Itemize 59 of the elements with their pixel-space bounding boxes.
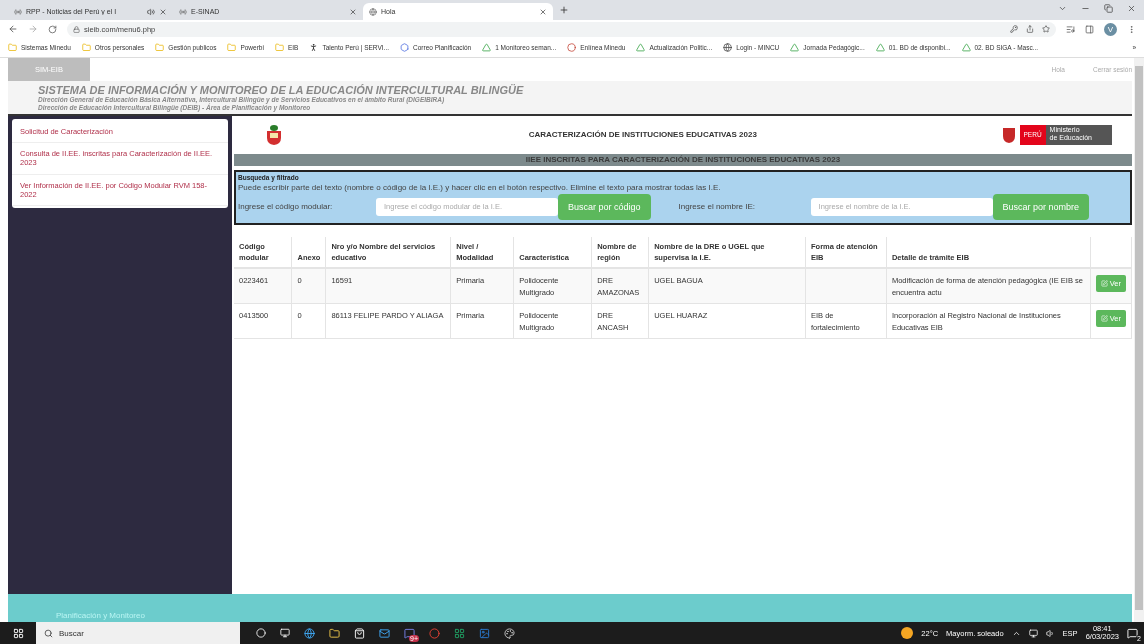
tab-favicon-icon <box>179 7 187 16</box>
page-heading: CARACTERIZACIÓN DE INSTITUCIONES EDUCATIVAS 2023 <box>527 130 758 140</box>
search-icon <box>44 628 53 638</box>
menu-icon <box>1127 24 1136 34</box>
triangle-icon <box>482 43 492 52</box>
runner-icon <box>309 43 319 52</box>
instructions-text: Puede escribir parte del texto (nombre o código de la I.E.) y hacer clic en el botón respectivo. Elimine el texto para mostrar todas las I.E. <box>238 182 722 192</box>
reload-icon <box>48 24 57 34</box>
speaker-icon <box>147 7 155 16</box>
notification-icon <box>1127 627 1138 639</box>
field-label: Ingrese el código modular: <box>238 202 334 212</box>
side-panel-icon <box>1085 24 1094 34</box>
back-icon <box>8 24 18 34</box>
media-icon <box>1066 24 1075 34</box>
triangle-icon <box>790 43 800 52</box>
weather-icon <box>901 627 914 639</box>
globe-icon <box>723 43 733 52</box>
close-icon <box>539 7 547 16</box>
folder-icon <box>274 43 284 52</box>
footer-text: Planificación y Monitoreo <box>56 611 145 620</box>
edit-icon <box>1100 315 1108 323</box>
forward-icon <box>28 24 38 34</box>
share-icon <box>1026 25 1034 33</box>
lock-icon <box>73 25 80 33</box>
browser-icon <box>304 627 315 639</box>
mail-icon <box>379 627 390 639</box>
coat-of-arms-icon <box>1001 125 1016 144</box>
new-tab-icon <box>559 5 569 15</box>
folder-icon <box>155 43 165 52</box>
tab-favicon-icon <box>14 7 22 16</box>
section-band: IIEE INSCRITAS PARA CARACTERIZACIÓN DE INSTITUCIONES EDUCATIVAS 2023 <box>234 153 1132 166</box>
close-icon <box>349 7 357 16</box>
field-label: Ingrese el nombre IE: <box>677 202 757 212</box>
folder-icon <box>8 43 17 52</box>
restore-icon <box>1104 4 1113 13</box>
paint-icon <box>504 627 515 639</box>
folder-icon <box>227 43 237 52</box>
close-icon <box>1127 4 1136 13</box>
chevron-down-icon <box>1058 4 1067 13</box>
triangle-icon <box>961 43 971 52</box>
volume-icon <box>1045 628 1055 638</box>
folder-icon <box>329 627 340 639</box>
key-icon <box>1010 25 1018 33</box>
triangle-icon <box>875 43 885 52</box>
scrollbar-thumb[interactable] <box>1135 66 1143 610</box>
triangle-icon <box>636 43 646 52</box>
windows-start-icon <box>12 627 24 639</box>
folder-icon <box>81 43 91 52</box>
site-title: SISTEMA DE INFORMACIÓN Y MONITOREO DE LA EDUCACIÓN INTERCULTURAL BILINGÜE <box>38 84 525 96</box>
hexagon-icon <box>400 43 409 52</box>
task-view-icon <box>280 628 290 638</box>
coat-of-arms-icon <box>264 123 284 146</box>
edit-icon <box>1100 280 1108 288</box>
close-icon <box>159 7 167 16</box>
store-icon <box>354 627 365 639</box>
tab-favicon-icon <box>369 7 377 16</box>
star-icon <box>1042 25 1050 33</box>
network-icon <box>1028 628 1038 638</box>
taskbar-search-field[interactable]: Buscar <box>36 622 240 644</box>
